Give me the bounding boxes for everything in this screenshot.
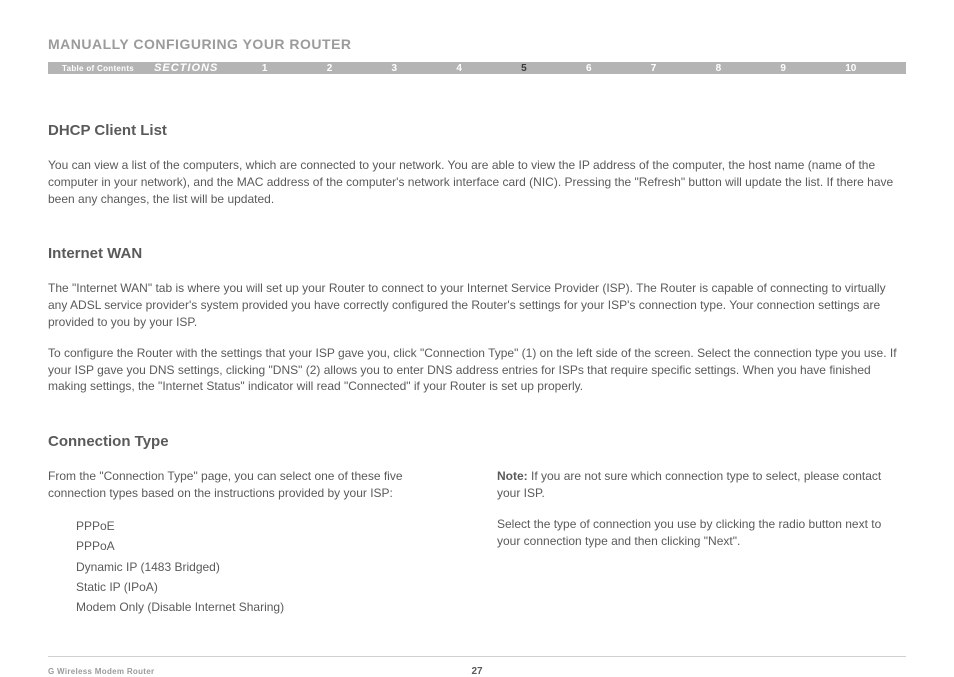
nav-items-container: 1 2 3 4 5 6 7 8 9 10 [232, 63, 906, 74]
nav-item-7[interactable]: 7 [651, 63, 657, 74]
nav-item-6[interactable]: 6 [586, 63, 592, 74]
wan-p2: To configure the Router with the setting… [48, 345, 906, 395]
page-footer: G Wireless Modem Router 27 [48, 656, 906, 676]
note-body: If you are not sure which connection typ… [497, 469, 881, 500]
nav-item-1[interactable]: 1 [262, 63, 268, 74]
nav-sections-label: SECTIONS [148, 62, 232, 74]
dhcp-heading: DHCP Client List [48, 122, 906, 139]
nav-item-9[interactable]: 9 [780, 63, 786, 74]
page-header-title: MANUALLY CONFIGURING YOUR ROUTER [48, 36, 906, 52]
conn-select-body: Select the type of connection you use by… [497, 516, 906, 550]
list-item: Dynamic IP (1483 Bridged) [76, 557, 457, 577]
conn-type-list: PPPoE PPPoA Dynamic IP (1483 Bridged) St… [48, 516, 457, 618]
nav-item-10[interactable]: 10 [845, 63, 856, 74]
nav-toc-link[interactable]: Table of Contents [48, 64, 148, 73]
nav-item-4[interactable]: 4 [456, 63, 462, 74]
nav-item-2[interactable]: 2 [327, 63, 333, 74]
wan-section: Internet WAN The "Internet WAN" tab is w… [48, 245, 906, 395]
list-item: Static IP (IPoA) [76, 577, 457, 597]
dhcp-body: You can view a list of the computers, wh… [48, 157, 906, 207]
list-item: PPPoA [76, 536, 457, 556]
footer-page-number: 27 [471, 666, 482, 677]
footer-product: G Wireless Modem Router [48, 667, 154, 676]
section-nav-bar: Table of Contents SECTIONS 1 2 3 4 5 6 7… [48, 62, 906, 74]
note-label: Note: [497, 469, 528, 483]
list-item: Modem Only (Disable Internet Sharing) [76, 597, 457, 617]
nav-item-3[interactable]: 3 [392, 63, 398, 74]
wan-heading: Internet WAN [48, 245, 906, 262]
conn-left-col: From the "Connection Type" page, you can… [48, 468, 457, 618]
conn-section: Connection Type From the "Connection Typ… [48, 433, 906, 618]
wan-p1: The "Internet WAN" tab is where you will… [48, 280, 906, 330]
conn-right-col: Note: If you are not sure which connecti… [497, 468, 906, 618]
list-item: PPPoE [76, 516, 457, 536]
conn-heading: Connection Type [48, 433, 906, 450]
nav-item-8[interactable]: 8 [716, 63, 722, 74]
conn-note: Note: If you are not sure which connecti… [497, 468, 906, 502]
nav-item-5[interactable]: 5 [521, 63, 527, 74]
conn-intro: From the "Connection Type" page, you can… [48, 468, 457, 502]
dhcp-section: DHCP Client List You can view a list of … [48, 122, 906, 207]
